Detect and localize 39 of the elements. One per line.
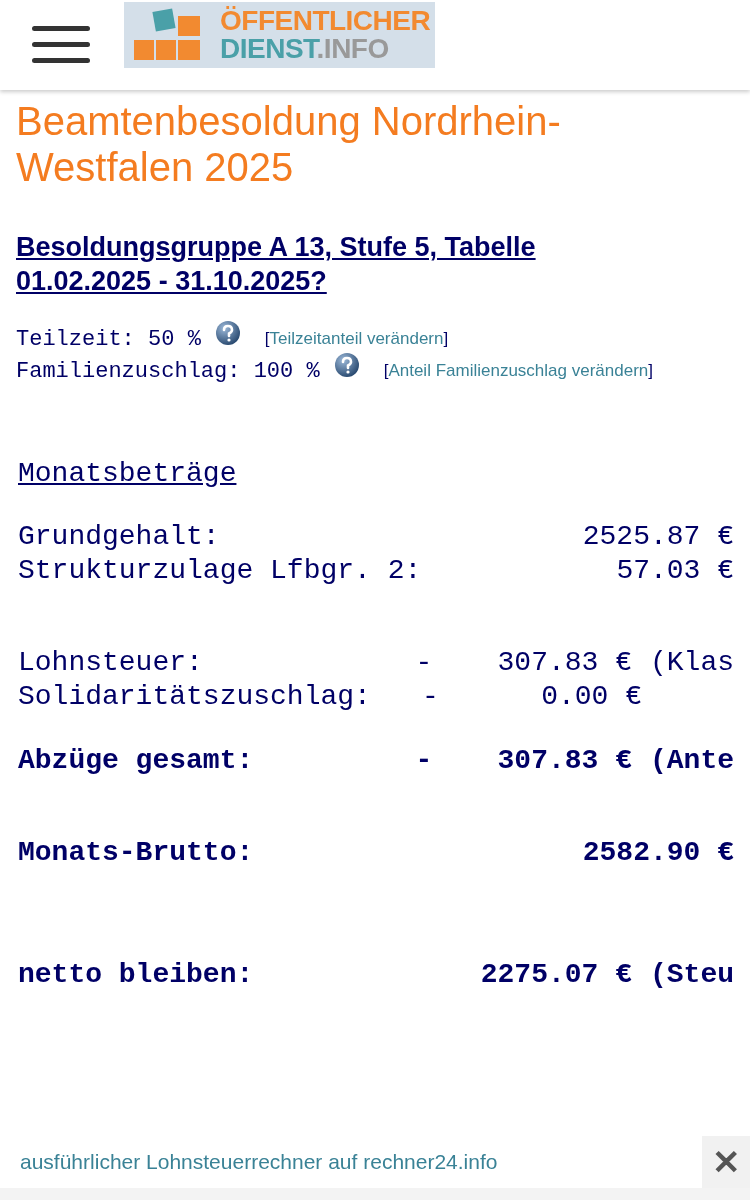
- menu-icon[interactable]: [32, 26, 90, 64]
- section-title: Monatsbeträge: [17, 458, 238, 489]
- amount-label: Strukturzulage Lfbgr. 2:: [18, 554, 422, 586]
- setting-label: Teilzeit: 50 %: [16, 326, 201, 352]
- amount-value: 2275.07 €: [479, 958, 632, 990]
- calculator-link[interactable]: ausführlicher Lohnsteuerrechner auf rechner24.info: [20, 1150, 498, 1174]
- amount-label: Abzüge gesamt:: [18, 744, 255, 776]
- amount-label: Lohnsteuer:: [18, 646, 204, 678]
- amount-label: netto bleiben:: [18, 958, 255, 990]
- help-icon[interactable]: [333, 352, 360, 378]
- change-link[interactable]: Anteil Familienzuschlag verändern: [388, 361, 649, 381]
- logo-text: ÖFFENTLICHER: [220, 7, 431, 35]
- amount-note: (Ante: [650, 744, 734, 776]
- minus-sign: -: [415, 646, 433, 678]
- salary-group-link[interactable]: Besoldungsgruppe A 13, Stufe 5, Tabelle 01.02.2025 - 31.10.2025?: [16, 230, 616, 298]
- page-title: Beamtenbesoldung Nordrhein-Westfalen 2025: [16, 98, 562, 190]
- amount-label: Grundgehalt:: [18, 520, 221, 552]
- change-link[interactable]: Teilzeitanteil verändern: [269, 329, 444, 349]
- close-button[interactable]: ✕: [702, 1136, 750, 1188]
- bracket: [: [383, 361, 389, 381]
- bracket: ]: [648, 361, 653, 381]
- bracket: [: [264, 329, 270, 349]
- minus-sign: -: [422, 680, 439, 712]
- amount-value: 0.00 €: [540, 680, 642, 712]
- amount-value: 2525.87 €: [582, 520, 734, 552]
- setting-label: Familienzuschlag: 100 %: [16, 358, 320, 384]
- amount-value: 2582.90 €: [582, 836, 734, 868]
- minus-sign: -: [415, 744, 433, 776]
- amount-note: (Klas: [650, 646, 734, 678]
- amount-note: (Steu: [650, 958, 734, 990]
- amount-value: 307.83 €: [496, 744, 632, 776]
- amount-value: 307.83 €: [496, 646, 632, 678]
- logo-text: .INFO: [316, 33, 389, 64]
- amount-value: 57.03 €: [616, 554, 734, 586]
- bracket: ]: [443, 329, 449, 349]
- help-icon[interactable]: [214, 320, 241, 346]
- amount-label: Solidaritätszuschlag:: [18, 680, 372, 712]
- amount-label: Monats-Brutto:: [18, 836, 255, 868]
- logo-text: DIENST: [220, 33, 317, 64]
